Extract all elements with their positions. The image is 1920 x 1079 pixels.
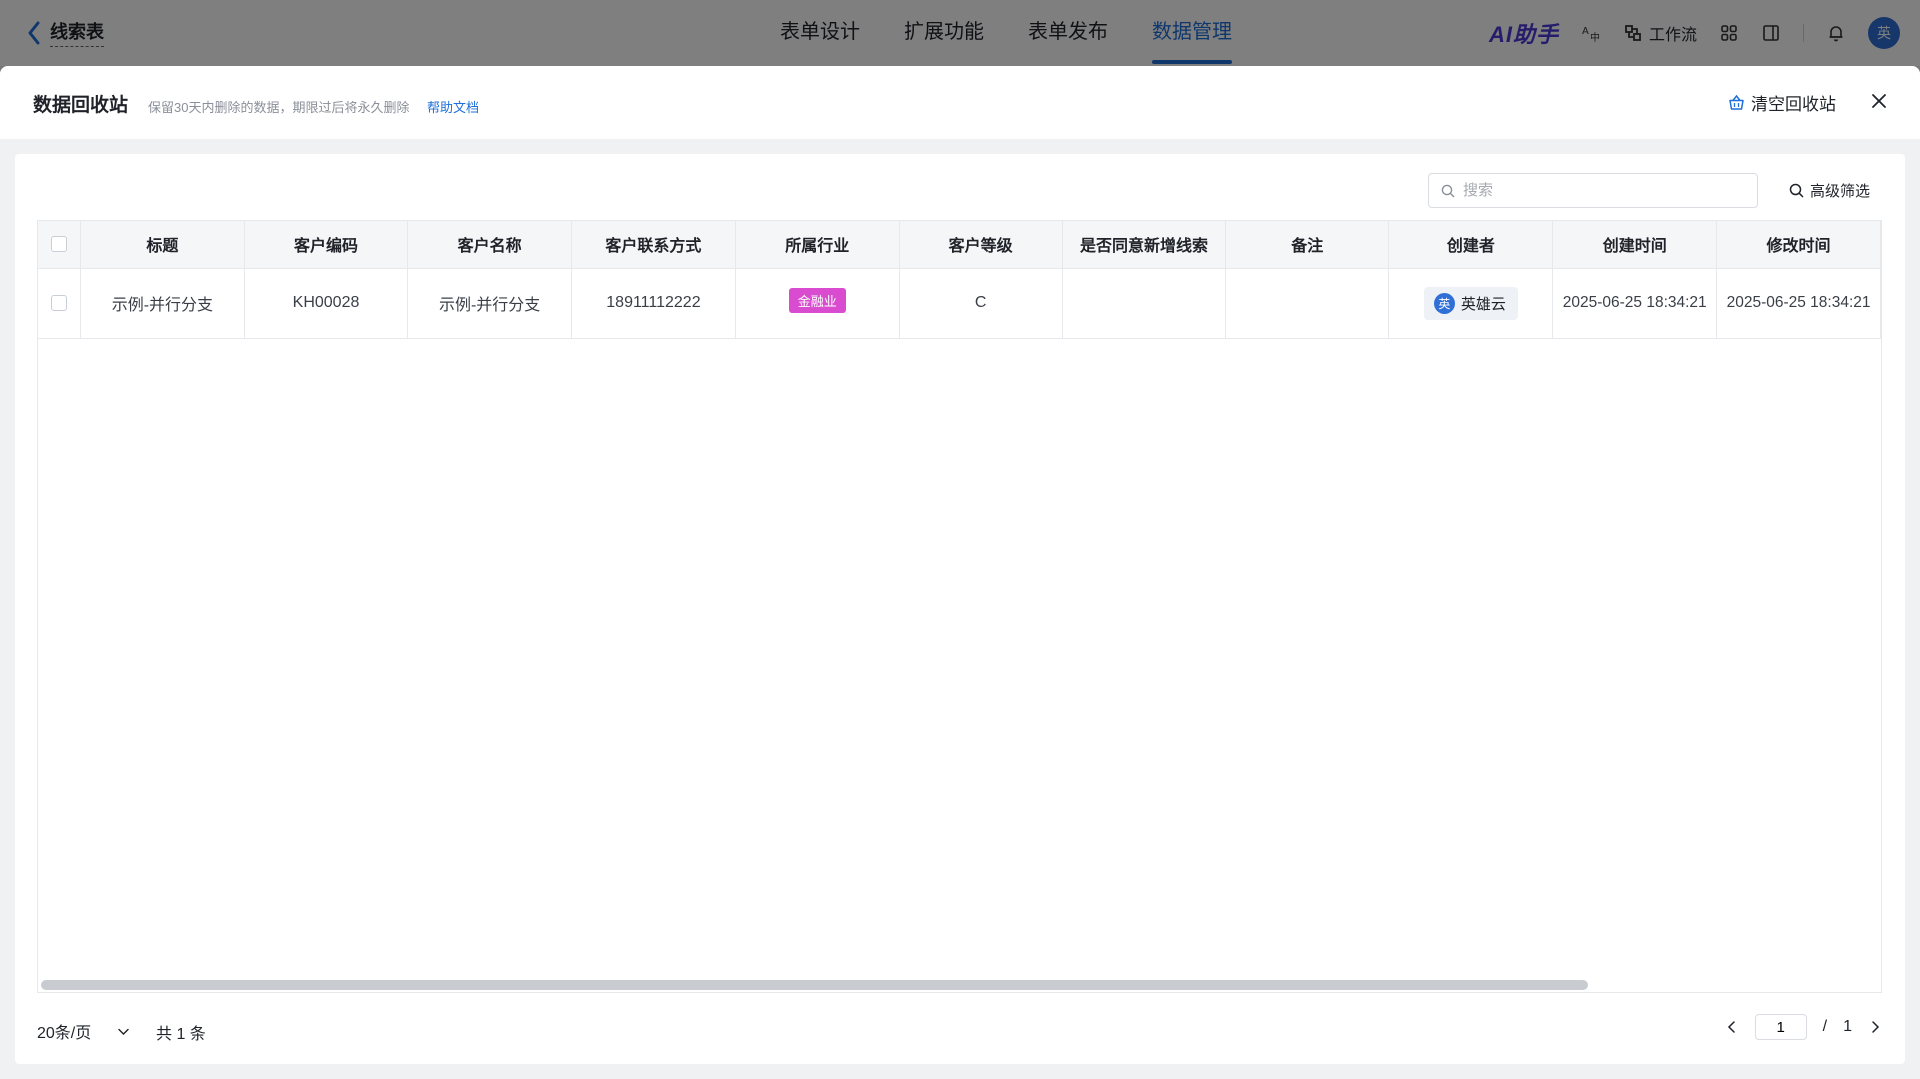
page-separator: / bbox=[1822, 1018, 1828, 1035]
close-icon[interactable] bbox=[1868, 90, 1890, 112]
recycle-bin-drawer: 数据回收站 保留30天内删除的数据，期限过后将永久删除 帮助文档 清空回收站 高… bbox=[0, 66, 1920, 1079]
column-header[interactable]: 是否同意新增线索 bbox=[1062, 221, 1227, 269]
cell-industry: 金融业 bbox=[735, 268, 900, 339]
clear-recycle-bin-button[interactable]: 清空回收站 bbox=[1728, 90, 1836, 115]
data-table: 标题 客户编码 客户名称 客户联系方式 所属行业 客户等级 是否同意新增线索 备… bbox=[37, 220, 1882, 993]
horizontal-scrollbar[interactable] bbox=[41, 980, 1588, 990]
cell-agree bbox=[1062, 268, 1227, 339]
cell-name: 示例-并行分支 bbox=[407, 268, 572, 339]
column-header[interactable]: 备注 bbox=[1225, 221, 1390, 269]
help-doc-link[interactable]: 帮助文档 bbox=[427, 97, 479, 116]
avatar: 英 bbox=[1433, 292, 1455, 314]
cell-creator: 英 英雄云 bbox=[1388, 268, 1554, 339]
select-all-checkbox[interactable] bbox=[51, 236, 68, 253]
drawer-header: 数据回收站 保留30天内删除的数据，期限过后将永久删除 帮助文档 清空回收站 bbox=[0, 66, 1920, 139]
column-header[interactable]: 修改时间 bbox=[1716, 221, 1881, 269]
column-header[interactable]: 创建时间 bbox=[1552, 221, 1718, 269]
clear-recycle-bin-label: 清空回收站 bbox=[1751, 95, 1836, 114]
page-size-value: 20条/页 bbox=[37, 1025, 92, 1042]
row-select-cell bbox=[38, 268, 82, 339]
chevron-left-icon[interactable] bbox=[1725, 1020, 1739, 1034]
search-icon bbox=[1441, 184, 1455, 197]
chevron-down-icon bbox=[118, 1028, 129, 1035]
page-number-input[interactable] bbox=[1754, 1014, 1807, 1040]
search-box[interactable] bbox=[1428, 173, 1758, 208]
cell-code: KH00028 bbox=[244, 268, 409, 339]
cell-modified: 2025-06-25 18:34:21 bbox=[1716, 268, 1881, 339]
recycle-bin-panel: 高级筛选 标题 客户编码 客户名称 客户联系方式 所属行业 客户等级 是 bbox=[15, 154, 1905, 1064]
column-header[interactable]: 客户联系方式 bbox=[571, 221, 737, 269]
creator-name: 英雄云 bbox=[1460, 295, 1506, 313]
drawer-description: 保留30天内删除的数据，期限过后将永久删除 bbox=[148, 100, 410, 115]
cell-remark bbox=[1225, 268, 1390, 339]
table-header-row: 标题 客户编码 客户名称 客户联系方式 所属行业 客户等级 是否同意新增线索 备… bbox=[38, 221, 1881, 269]
page-size-select[interactable]: 20条/页 bbox=[37, 1019, 130, 1043]
pager: / 1 bbox=[1725, 1014, 1882, 1040]
cell-title: 示例-并行分支 bbox=[80, 268, 245, 339]
industry-tag: 金融业 bbox=[788, 288, 846, 313]
column-header[interactable]: 创建者 bbox=[1388, 221, 1554, 269]
column-header[interactable]: 客户等级 bbox=[899, 221, 1063, 269]
total-pages: 1 bbox=[1843, 1018, 1852, 1035]
pagination-bar: 20条/页 共 1 条 / 1 bbox=[37, 1012, 1882, 1048]
drawer-title: 数据回收站 bbox=[33, 95, 129, 116]
advanced-filter-button[interactable]: 高级筛选 bbox=[1789, 180, 1870, 201]
cell-level: C bbox=[899, 268, 1063, 339]
column-header[interactable]: 客户编码 bbox=[244, 221, 409, 269]
column-header[interactable]: 客户名称 bbox=[407, 221, 572, 269]
total-count: 共 1 条 bbox=[156, 1026, 206, 1043]
basket-icon bbox=[1729, 94, 1744, 110]
search-icon bbox=[1789, 183, 1804, 198]
search-input[interactable] bbox=[1463, 182, 1743, 199]
cell-phone: 18911112222 bbox=[571, 268, 737, 339]
creator-chip: 英 英雄云 bbox=[1423, 286, 1518, 320]
table-row[interactable]: 示例-并行分支 KH00028 示例-并行分支 18911112222 金融业 … bbox=[38, 268, 1881, 339]
advanced-filter-label: 高级筛选 bbox=[1810, 183, 1871, 200]
column-header[interactable]: 所属行业 bbox=[735, 221, 900, 269]
column-header[interactable]: 标题 bbox=[80, 221, 245, 269]
row-checkbox[interactable] bbox=[51, 294, 68, 311]
cell-created: 2025-06-25 18:34:21 bbox=[1552, 268, 1718, 339]
chevron-right-icon[interactable] bbox=[1868, 1020, 1882, 1034]
select-all-cell bbox=[38, 221, 82, 269]
